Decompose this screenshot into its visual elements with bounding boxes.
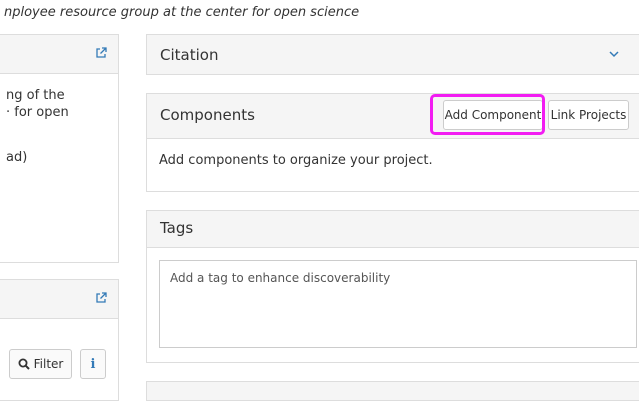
tags-title: Tags	[160, 219, 194, 237]
next-panel	[146, 381, 639, 401]
tags-header: Tags	[147, 211, 639, 248]
wiki-text-line: · for open	[6, 105, 69, 120]
search-icon	[18, 358, 30, 370]
citation-panel: Citation	[146, 34, 639, 75]
link-projects-button[interactable]: Link Projects	[548, 100, 629, 130]
wiki-panel-header	[0, 35, 118, 74]
external-link-icon[interactable]	[95, 47, 107, 59]
citation-title: Citation	[160, 46, 219, 64]
info-button[interactable]: i	[80, 349, 106, 379]
tag-input[interactable]: Add a tag to enhance discoverability	[159, 260, 637, 348]
citation-header[interactable]: Citation	[147, 35, 639, 74]
project-description: nployee resource group at the center for…	[4, 5, 360, 20]
filter-button[interactable]: Filter	[9, 349, 72, 379]
external-link-icon[interactable]	[95, 292, 107, 304]
components-empty-text: Add components to organize your project.	[159, 153, 433, 168]
tag-input-placeholder: Add a tag to enhance discoverability	[170, 271, 391, 285]
highlight-box	[430, 94, 545, 135]
wiki-text-line: ad)	[6, 150, 28, 165]
chevron-down-icon[interactable]	[609, 51, 619, 58]
wiki-text-line: ng of the	[6, 88, 65, 103]
components-title: Components	[160, 106, 255, 124]
filter-label: Filter	[33, 357, 64, 371]
files-panel-header	[0, 280, 118, 319]
info-icon: i	[90, 356, 96, 372]
files-panel	[0, 279, 119, 401]
